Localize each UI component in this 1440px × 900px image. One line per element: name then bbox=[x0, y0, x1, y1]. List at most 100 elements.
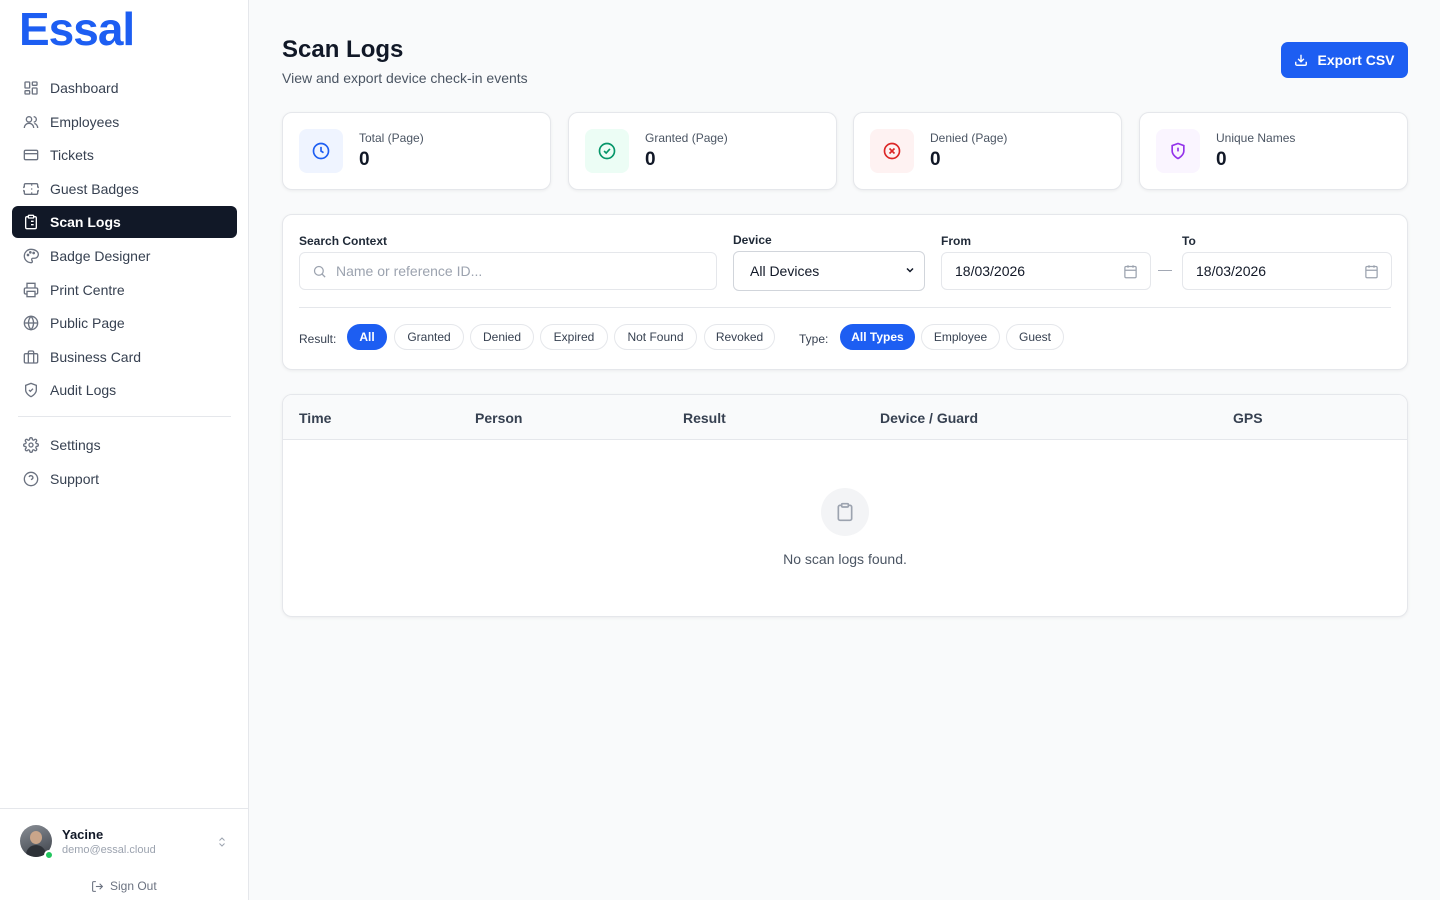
printer-icon bbox=[23, 282, 39, 298]
sign-out-label: Sign Out bbox=[110, 879, 157, 893]
to-date-input[interactable]: 18/03/2026 bbox=[1182, 252, 1392, 290]
stat-label: Unique Names bbox=[1216, 131, 1296, 145]
result-chip-granted[interactable]: Granted bbox=[394, 324, 464, 350]
device-label: Device bbox=[733, 233, 772, 247]
result-chip-not-found[interactable]: Not Found bbox=[614, 324, 697, 350]
sidebar-divider bbox=[18, 416, 231, 418]
sidebar-item-print-centre[interactable]: Print Centre bbox=[12, 274, 237, 306]
page-subtitle: View and export device check-in events bbox=[282, 70, 528, 86]
sidebar: Essal Dashboard Employees Tickets Guest … bbox=[0, 0, 249, 900]
sidebar-item-settings[interactable]: Settings bbox=[12, 429, 237, 461]
device-select-value: All Devices bbox=[750, 263, 820, 279]
sidebar-item-label: Scan Logs bbox=[50, 214, 121, 231]
user-name: Yacine bbox=[62, 827, 104, 842]
stat-card-granted: Granted (Page) 0 bbox=[568, 112, 837, 190]
export-csv-button[interactable]: Export CSV bbox=[1281, 42, 1408, 78]
sidebar-item-label: Employees bbox=[50, 113, 120, 130]
palette-icon bbox=[23, 248, 39, 264]
empty-state-message: No scan logs found. bbox=[783, 551, 907, 567]
stat-label: Granted (Page) bbox=[645, 131, 728, 145]
from-label: From bbox=[941, 234, 971, 248]
stat-card-unique-names: Unique Names 0 bbox=[1139, 112, 1408, 190]
column-header-device-guard[interactable]: Device / Guard bbox=[880, 410, 978, 426]
shield-alert-icon bbox=[1156, 129, 1200, 173]
calendar-icon[interactable] bbox=[1364, 264, 1379, 279]
from-date-input[interactable]: 18/03/2026 bbox=[941, 252, 1151, 290]
sidebar-item-employees[interactable]: Employees bbox=[12, 106, 237, 138]
sidebar-item-tickets[interactable]: Tickets bbox=[12, 139, 237, 171]
stat-value: 0 bbox=[930, 149, 941, 170]
badge-icon bbox=[23, 181, 39, 197]
table-header: Time Person Result Device / Guard GPS bbox=[283, 395, 1407, 440]
filter-panel: Search Context Name or reference ID... D… bbox=[282, 214, 1408, 370]
sidebar-item-business-card[interactable]: Business Card bbox=[12, 341, 237, 373]
sign-out-button[interactable]: Sign Out bbox=[91, 879, 157, 893]
result-chip-denied[interactable]: Denied bbox=[470, 324, 534, 350]
type-filter-label: Type: bbox=[799, 332, 829, 346]
sidebar-item-dashboard[interactable]: Dashboard bbox=[12, 72, 237, 104]
users-icon bbox=[23, 114, 39, 130]
from-date-value: 18/03/2026 bbox=[955, 263, 1026, 279]
clipboard-list-icon bbox=[23, 214, 39, 230]
column-header-time[interactable]: Time bbox=[299, 410, 331, 426]
stat-card-denied: Denied (Page) 0 bbox=[853, 112, 1122, 190]
check-circle-icon bbox=[585, 129, 629, 173]
type-chip-guest[interactable]: Guest bbox=[1006, 324, 1064, 350]
shield-icon bbox=[23, 382, 39, 398]
stat-card-total: Total (Page) 0 bbox=[282, 112, 551, 190]
stat-value: 0 bbox=[645, 149, 656, 170]
chevron-down-icon bbox=[904, 263, 916, 279]
column-header-gps[interactable]: GPS bbox=[1233, 410, 1263, 426]
sidebar-nav: Dashboard Employees Tickets Guest Badges… bbox=[12, 72, 237, 497]
sidebar-item-label: Settings bbox=[50, 437, 101, 454]
sidebar-item-label: Public Page bbox=[50, 315, 125, 332]
stat-label: Denied (Page) bbox=[930, 131, 1008, 145]
sidebar-item-label: Audit Logs bbox=[50, 382, 117, 399]
result-chip-revoked[interactable]: Revoked bbox=[704, 324, 775, 350]
device-select[interactable]: All Devices bbox=[733, 251, 925, 291]
sidebar-item-audit-logs[interactable]: Audit Logs bbox=[12, 374, 237, 406]
user-profile[interactable]: Yacine demo@essal.cloud Sign Out bbox=[0, 808, 249, 900]
help-circle-icon bbox=[23, 471, 39, 487]
search-input[interactable]: Name or reference ID... bbox=[299, 252, 717, 290]
sidebar-item-scan-logs[interactable]: Scan Logs bbox=[12, 206, 237, 239]
scan-logs-table: Time Person Result Device / Guard GPS No… bbox=[282, 394, 1408, 617]
result-chip-expired[interactable]: Expired bbox=[540, 324, 608, 350]
sidebar-item-label: Badge Designer bbox=[50, 247, 151, 264]
type-chip-all-types[interactable]: All Types bbox=[840, 324, 915, 350]
to-label: To bbox=[1182, 234, 1196, 248]
briefcase-icon bbox=[23, 349, 39, 365]
stat-value: 0 bbox=[1216, 149, 1227, 170]
sidebar-item-public-page[interactable]: Public Page bbox=[12, 307, 237, 339]
sidebar-item-label: Dashboard bbox=[50, 80, 119, 96]
sidebar-item-label: Guest Badges bbox=[50, 180, 139, 197]
column-header-result[interactable]: Result bbox=[683, 410, 726, 426]
clipboard-icon bbox=[821, 488, 869, 536]
type-chip-employee[interactable]: Employee bbox=[921, 324, 1000, 350]
sidebar-item-support[interactable]: Support bbox=[12, 463, 237, 495]
online-status-dot bbox=[44, 850, 54, 860]
sidebar-item-label: Tickets bbox=[50, 147, 94, 164]
filter-divider bbox=[299, 307, 1391, 308]
export-csv-label: Export CSV bbox=[1317, 52, 1395, 68]
calendar-icon[interactable] bbox=[1123, 264, 1138, 279]
sidebar-item-badge-designer[interactable]: Badge Designer bbox=[12, 240, 237, 272]
user-email: demo@essal.cloud bbox=[62, 844, 156, 856]
page-title: Scan Logs bbox=[282, 36, 404, 63]
search-label: Search Context bbox=[299, 234, 388, 248]
to-date-value: 18/03/2026 bbox=[1196, 263, 1267, 279]
stat-value: 0 bbox=[359, 149, 370, 170]
result-filter-label: Result: bbox=[299, 332, 337, 346]
column-header-person[interactable]: Person bbox=[475, 410, 522, 426]
ticket-icon bbox=[23, 147, 39, 163]
search-icon bbox=[312, 264, 327, 279]
result-chip-all[interactable]: All bbox=[347, 324, 387, 350]
date-range-separator: — bbox=[1158, 261, 1172, 277]
sidebar-item-label: Print Centre bbox=[50, 281, 125, 298]
sidebar-item-guest-badges[interactable]: Guest Badges bbox=[12, 173, 237, 205]
chevron-up-down-icon[interactable] bbox=[216, 835, 228, 853]
clock-icon bbox=[299, 129, 343, 173]
brand-logo[interactable]: Essal bbox=[19, 6, 135, 52]
x-circle-icon bbox=[870, 129, 914, 173]
dashboard-icon bbox=[23, 80, 39, 96]
